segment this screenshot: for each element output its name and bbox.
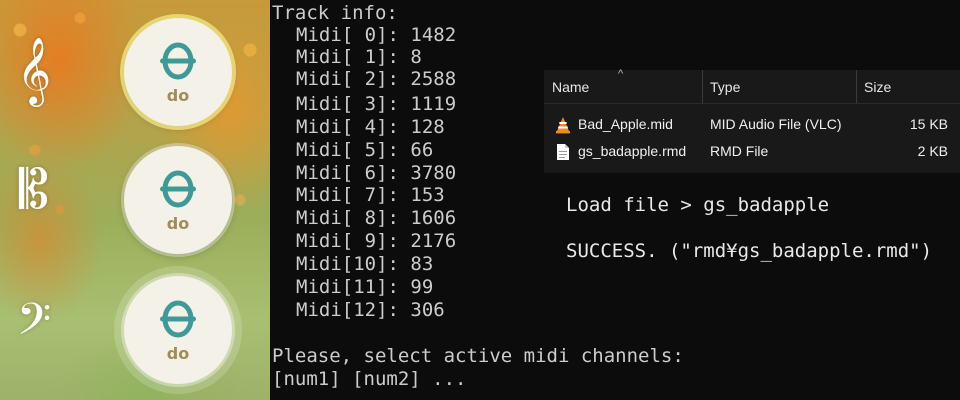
track-line: Midi[ 8]: 1606 xyxy=(296,207,457,229)
bass-clef-icon: 𝄢 xyxy=(16,293,52,356)
track-info-header: Track info: xyxy=(272,2,398,24)
track-line: Midi[ 3]: 1119 xyxy=(296,93,457,115)
file-row[interactable]: Bad_Apple.mid MID Audio File (VLC) 15 KB xyxy=(544,112,960,138)
track-line: Midi[ 5]: 66 xyxy=(296,139,434,161)
note-button-treble[interactable]: do xyxy=(124,18,232,126)
note-label: do xyxy=(166,214,190,233)
track-line: Midi[ 0]: 1482 xyxy=(296,24,457,46)
track-line: Midi[ 2]: 2588 xyxy=(296,68,457,90)
track-line: Midi[ 1]: 8 xyxy=(296,46,422,68)
column-divider[interactable] xyxy=(856,70,857,103)
column-divider[interactable] xyxy=(702,70,703,103)
file-row[interactable]: gs_badapple.rmd RMD File 2 KB xyxy=(544,139,960,165)
file-name: Bad_Apple.mid xyxy=(578,116,673,132)
file-size: 2 KB xyxy=(917,143,948,159)
track-line: Midi[ 9]: 2176 xyxy=(296,230,457,252)
note-button-alto[interactable]: do xyxy=(124,146,232,254)
track-line: Midi[12]: 306 xyxy=(296,299,445,321)
file-type: MID Audio File (VLC) xyxy=(710,116,842,132)
file-name: gs_badapple.rmd xyxy=(578,143,687,159)
column-header-name[interactable]: Name xyxy=(552,79,589,95)
note-label: do xyxy=(166,86,190,105)
vlc-cone-icon xyxy=(556,117,570,134)
prompt-hint: [num1] [num2] ... xyxy=(272,368,467,390)
track-line: Midi[ 7]: 153 xyxy=(296,184,445,206)
track-line: Midi[ 4]: 128 xyxy=(296,116,445,138)
track-line: Midi[ 6]: 3780 xyxy=(296,162,457,184)
track-line: Midi[11]: 99 xyxy=(296,276,434,298)
load-file-message: Load file > gs_badapple xyxy=(566,194,830,216)
sort-up-icon: ^ xyxy=(618,68,624,80)
success-message: SUCCESS. ("rmd¥gs_badapple.rmd") xyxy=(566,240,933,262)
game-panel: 𝄞 𝄡 𝄢 do do do xyxy=(0,0,270,400)
track-line: Midi[10]: 83 xyxy=(296,253,434,275)
file-list: Name ^ Type Size Bad_Apple.mid MID Audio… xyxy=(544,68,960,173)
note-button-bass[interactable]: do xyxy=(124,276,232,384)
alto-clef-icon: 𝄡 xyxy=(18,158,50,221)
document-icon xyxy=(557,144,569,160)
note-symbol-icon xyxy=(160,170,196,208)
column-header-row: Name ^ Type Size xyxy=(544,68,960,104)
note-symbol-icon xyxy=(160,42,196,80)
note-label: do xyxy=(166,344,190,363)
file-size: 15 KB xyxy=(909,116,948,132)
prompt-line: Please, select active midi channels: xyxy=(272,345,684,367)
note-symbol-icon xyxy=(160,300,196,338)
column-header-size[interactable]: Size xyxy=(864,79,891,95)
file-type: RMD File xyxy=(710,143,769,159)
column-header-type[interactable]: Type xyxy=(710,79,740,95)
treble-clef-icon: 𝄞 xyxy=(16,36,52,104)
